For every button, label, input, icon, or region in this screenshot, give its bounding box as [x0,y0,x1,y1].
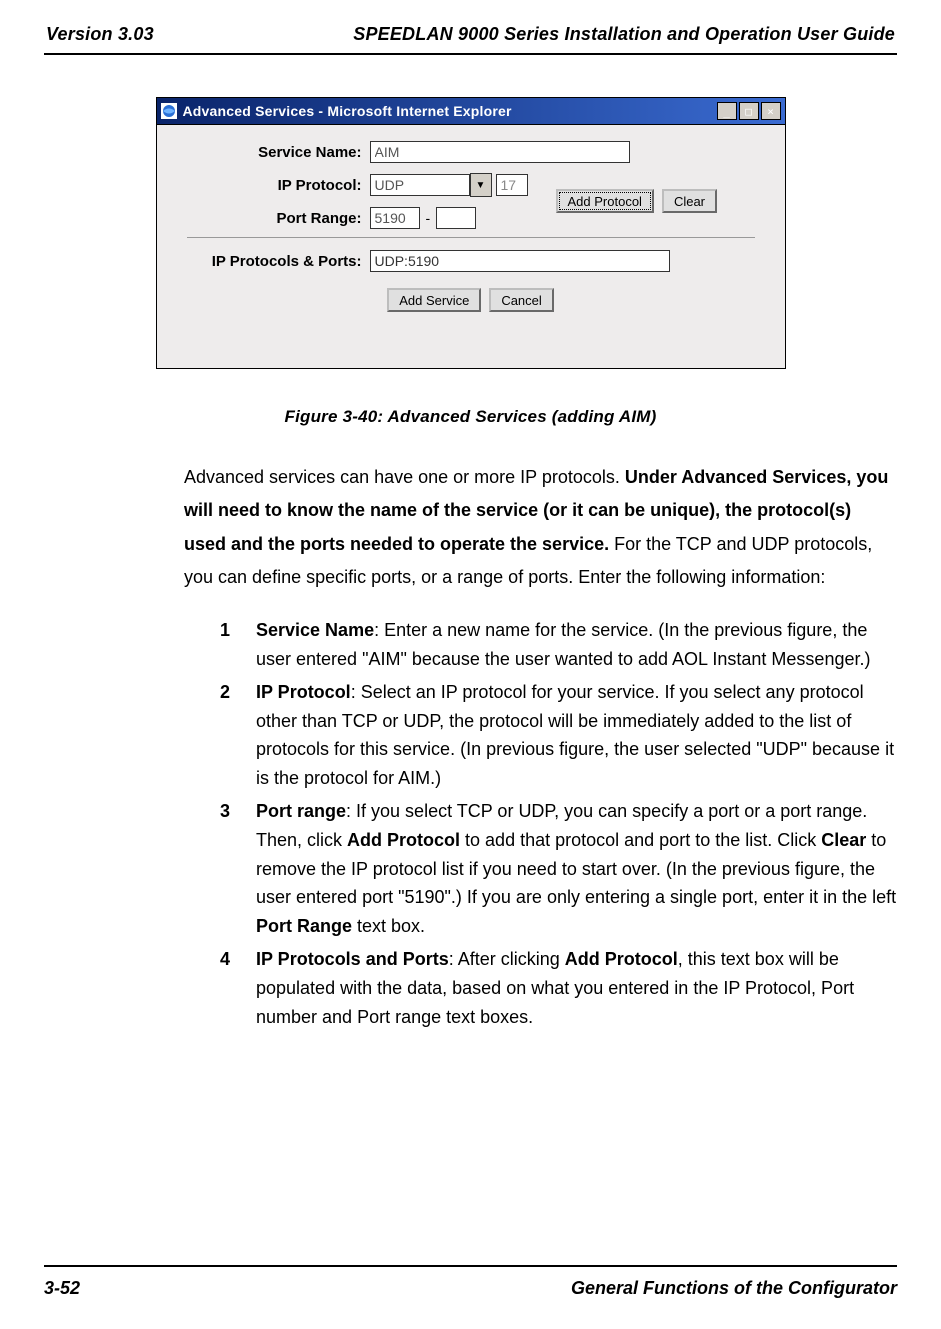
i3-b2: Add Protocol [347,830,460,850]
form-separator [187,237,755,238]
list-item-3: 3 Port range: If you select TCP or UDP, … [220,797,897,941]
i3-t2: to add that protocol and port to the lis… [460,830,821,850]
ip-protocols-ports-input[interactable] [370,250,670,272]
port-range-low-input[interactable] [370,207,420,229]
footer-page-number: 3-52 [44,1278,80,1299]
i2-bold: IP Protocol [256,682,351,702]
p1-a: Advanced services can have one or more I… [184,467,625,487]
list-item-2: 2 IP Protocol: Select an IP protocol for… [220,678,897,793]
ie-logo-icon [161,103,177,119]
service-name-input[interactable] [370,141,630,163]
minimize-button[interactable]: _ [717,102,737,120]
port-range-label: Port Range: [187,210,370,227]
footer-section: General Functions of the Configurator [571,1278,897,1299]
list-item-1: 1 Service Name: Enter a new name for the… [220,616,897,674]
footer-rule [44,1265,897,1267]
i4-bold: IP Protocols and Ports [256,949,449,969]
ip-protocol-label: IP Protocol: [187,177,370,194]
i4-b2: Add Protocol [565,949,678,969]
i4-t1: : After clicking [449,949,565,969]
list-number-4: 4 [220,945,256,1031]
protocol-number-input[interactable] [496,174,528,196]
header-rule [44,53,897,55]
list-item-4: 4 IP Protocols and Ports: After clicking… [220,945,897,1031]
ip-protocol-select[interactable] [370,174,470,196]
port-range-high-input[interactable] [436,207,476,229]
header-title: SPEEDLAN 9000 Series Installation and Op… [353,24,895,45]
port-range-separator: - [420,210,437,226]
list-number-2: 2 [220,678,256,793]
clear-button[interactable]: Clear [662,189,717,213]
intro-paragraph: Advanced services can have one or more I… [184,461,897,594]
ie-window: Advanced Services - Microsoft Internet E… [156,97,786,369]
add-protocol-button[interactable]: Add Protocol [556,189,654,213]
i3-b3: Clear [821,830,866,850]
header-version: Version 3.03 [46,24,154,45]
i3-t4: text box. [352,916,425,936]
ip-protocols-ports-label: IP Protocols & Ports: [187,253,370,270]
list-number-1: 1 [220,616,256,674]
i2-text: : Select an IP protocol for your service… [256,682,894,788]
window-title: Advanced Services - Microsoft Internet E… [183,103,512,119]
i3-bold: Port range [256,801,346,821]
i3-b4: Port Range [256,916,352,936]
add-service-button[interactable]: Add Service [387,288,481,312]
maximize-button[interactable]: □ [739,102,759,120]
i1-bold: Service Name [256,620,374,640]
cancel-button[interactable]: Cancel [489,288,553,312]
dropdown-icon[interactable]: ▼ [470,173,492,197]
list-number-3: 3 [220,797,256,941]
titlebar: Advanced Services - Microsoft Internet E… [157,98,785,125]
close-button[interactable]: × [761,102,781,120]
figure-caption: Figure 3-40: Advanced Services (adding A… [44,407,897,427]
service-name-label: Service Name: [187,144,370,161]
